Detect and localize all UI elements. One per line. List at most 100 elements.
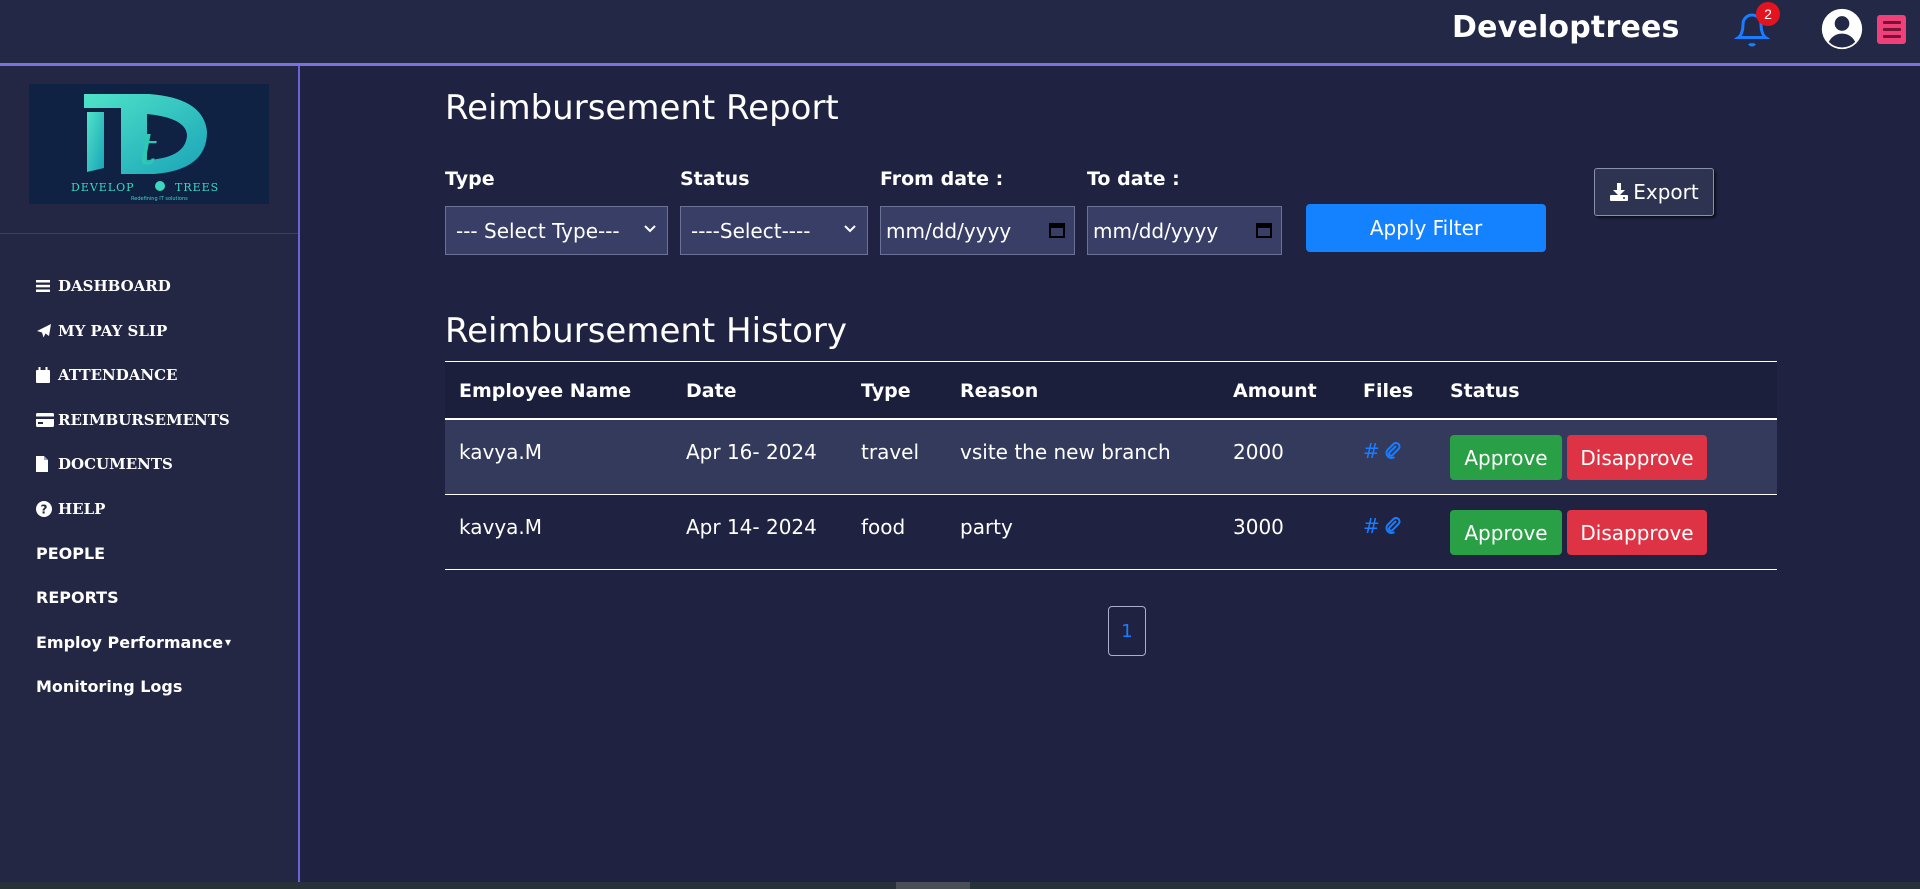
chevron-down-icon xyxy=(644,225,656,233)
to-date-placeholder: mm/dd/yyyy xyxy=(1093,218,1219,243)
sidebar-item-label: DASHBOARD xyxy=(58,277,171,296)
top-bar: Developtrees 2 xyxy=(0,0,1920,66)
sidebar-item-label: ATTENDANCE xyxy=(58,366,178,385)
credit-card-icon xyxy=(36,411,54,429)
download-icon xyxy=(1610,183,1629,201)
sidebar-item-label: Employ Performance xyxy=(36,632,224,652)
date-cell: Apr 16- 2024 xyxy=(686,440,817,464)
pagination-page-1[interactable]: 1 xyxy=(1108,606,1146,656)
type-filter-label: Type xyxy=(445,168,495,190)
sidebar-item-reports[interactable]: REPORTS xyxy=(36,576,231,621)
menu-toggle-button[interactable] xyxy=(1877,15,1906,44)
file-attachment-link[interactable]: # xyxy=(1363,439,1402,463)
file-attachment-link[interactable]: # xyxy=(1363,514,1402,538)
table-row: kavya.M Apr 14- 2024 food party 3000 # A… xyxy=(445,495,1777,570)
sidebar-item-reimbursements[interactable]: REIMBURSEMENTS xyxy=(36,398,231,443)
notification-button[interactable]: 2 xyxy=(1733,2,1780,52)
sidebar-item-label: Monitoring Logs xyxy=(36,677,183,697)
chevron-down-icon xyxy=(844,225,856,233)
user-account-icon[interactable] xyxy=(1820,7,1864,51)
calendar-icon xyxy=(36,366,54,384)
sidebar-item-label: PEOPLE xyxy=(36,543,106,563)
column-header-status: Status xyxy=(1450,380,1520,402)
from-date-input[interactable]: mm/dd/yyyy xyxy=(880,206,1075,255)
reimbursement-table: Employee Name Date Type Reason Amount Fi… xyxy=(445,361,1777,570)
sidebar-item-documents[interactable]: DOCUMENTS xyxy=(36,442,231,487)
column-header-employee-name: Employee Name xyxy=(459,380,632,402)
brand-name: Developtrees xyxy=(1452,10,1680,45)
type-cell: travel xyxy=(861,440,920,464)
from-date-label: From date : xyxy=(880,168,1004,190)
sidebar-item-dashboard[interactable]: DASHBOARD xyxy=(36,264,231,309)
to-date-input[interactable]: mm/dd/yyyy xyxy=(1087,206,1282,255)
calendar-icon[interactable] xyxy=(1255,221,1273,239)
paper-plane-icon xyxy=(36,322,54,340)
svg-text:t: t xyxy=(139,124,157,175)
type-cell: food xyxy=(861,515,906,539)
bars-icon xyxy=(36,277,54,295)
column-header-type: Type xyxy=(861,380,911,402)
approve-button[interactable]: Approve xyxy=(1450,510,1562,555)
company-logo: t DEVELOP TREES Redefining IT solutions xyxy=(29,84,269,204)
to-date-label: To date : xyxy=(1087,168,1180,190)
svg-text:?: ? xyxy=(41,502,48,516)
file-icon xyxy=(36,455,54,473)
reason-cell: vsite the new branch xyxy=(960,440,1171,464)
sidebar-item-label: REIMBURSEMENTS xyxy=(58,410,230,429)
column-header-reason: Reason xyxy=(960,380,1039,402)
sidebar-item-label: MY PAY SLIP xyxy=(58,321,168,340)
main-content: Reimbursement Report Type --- Select Typ… xyxy=(300,66,1920,889)
employee-name-cell: kavya.M xyxy=(459,440,543,464)
amount-cell: 2000 xyxy=(1233,440,1284,464)
amount-cell: 3000 xyxy=(1233,515,1284,539)
status-select-value: ----Select---- xyxy=(691,218,811,243)
table-header: Employee Name Date Type Reason Amount Fi… xyxy=(445,362,1777,420)
paperclip-icon[interactable] xyxy=(1384,517,1402,535)
column-header-files: Files xyxy=(1363,380,1414,402)
notification-badge: 2 xyxy=(1756,2,1780,26)
sidebar-item-label: REPORTS xyxy=(36,588,119,608)
sidebar-item-attendance[interactable]: ATTENDANCE xyxy=(36,353,231,398)
sidebar-item-label: HELP xyxy=(58,499,106,518)
date-cell: Apr 14- 2024 xyxy=(686,515,817,539)
svg-text:Redefining IT solutions: Redefining IT solutions xyxy=(131,196,188,202)
status-select[interactable]: ----Select---- xyxy=(680,206,868,255)
column-header-date: Date xyxy=(686,380,737,402)
approve-button[interactable]: Approve xyxy=(1450,435,1562,480)
hamburger-icon xyxy=(1882,21,1901,24)
disapprove-button[interactable]: Disapprove xyxy=(1567,510,1707,555)
question-circle-icon: ? xyxy=(36,500,54,518)
page-title: Reimbursement Report xyxy=(445,88,839,128)
svg-text:TREES: TREES xyxy=(175,181,219,194)
logo-divider xyxy=(0,233,298,234)
sidebar-item-label: DOCUMENTS xyxy=(58,455,173,474)
sidebar-item-people[interactable]: PEOPLE xyxy=(36,531,231,576)
reason-cell: party xyxy=(960,515,1013,539)
svg-text:DEVELOP: DEVELOP xyxy=(71,181,135,194)
caret-down-icon: ▾ xyxy=(225,635,232,650)
export-label: Export xyxy=(1633,180,1699,204)
sidebar-nav: DASHBOARD MY PAY SLIP ATTENDANCE REIMBUR… xyxy=(36,264,231,709)
sidebar-item-my-pay-slip[interactable]: MY PAY SLIP xyxy=(36,309,231,354)
paperclip-icon[interactable] xyxy=(1384,442,1402,460)
from-date-placeholder: mm/dd/yyyy xyxy=(886,218,1012,243)
scrollbar-thumb[interactable] xyxy=(896,882,970,889)
table-row: kavya.M Apr 16- 2024 travel vsite the ne… xyxy=(445,420,1777,495)
calendar-icon[interactable] xyxy=(1048,221,1066,239)
file-hash-link[interactable]: # xyxy=(1363,439,1380,463)
developtrees-logo-icon: t DEVELOP TREES Redefining IT solutions xyxy=(71,94,219,202)
type-select-value: --- Select Type--- xyxy=(456,218,620,243)
sidebar-item-employ-performance[interactable]: Employ Performance ▾ xyxy=(36,620,231,665)
history-title: Reimbursement History xyxy=(445,311,848,351)
sidebar: t DEVELOP TREES Redefining IT solutions … xyxy=(0,66,300,889)
file-hash-link[interactable]: # xyxy=(1363,514,1380,538)
sidebar-item-monitoring-logs[interactable]: Monitoring Logs xyxy=(36,665,231,710)
employee-name-cell: kavya.M xyxy=(459,515,543,539)
type-select[interactable]: --- Select Type--- xyxy=(445,206,668,255)
status-filter-label: Status xyxy=(680,168,750,190)
sidebar-item-help[interactable]: ? HELP xyxy=(36,487,231,532)
apply-filter-button[interactable]: Apply Filter xyxy=(1306,204,1546,252)
disapprove-button[interactable]: Disapprove xyxy=(1567,435,1707,480)
column-header-amount: Amount xyxy=(1233,380,1317,402)
export-button[interactable]: Export xyxy=(1594,168,1714,216)
